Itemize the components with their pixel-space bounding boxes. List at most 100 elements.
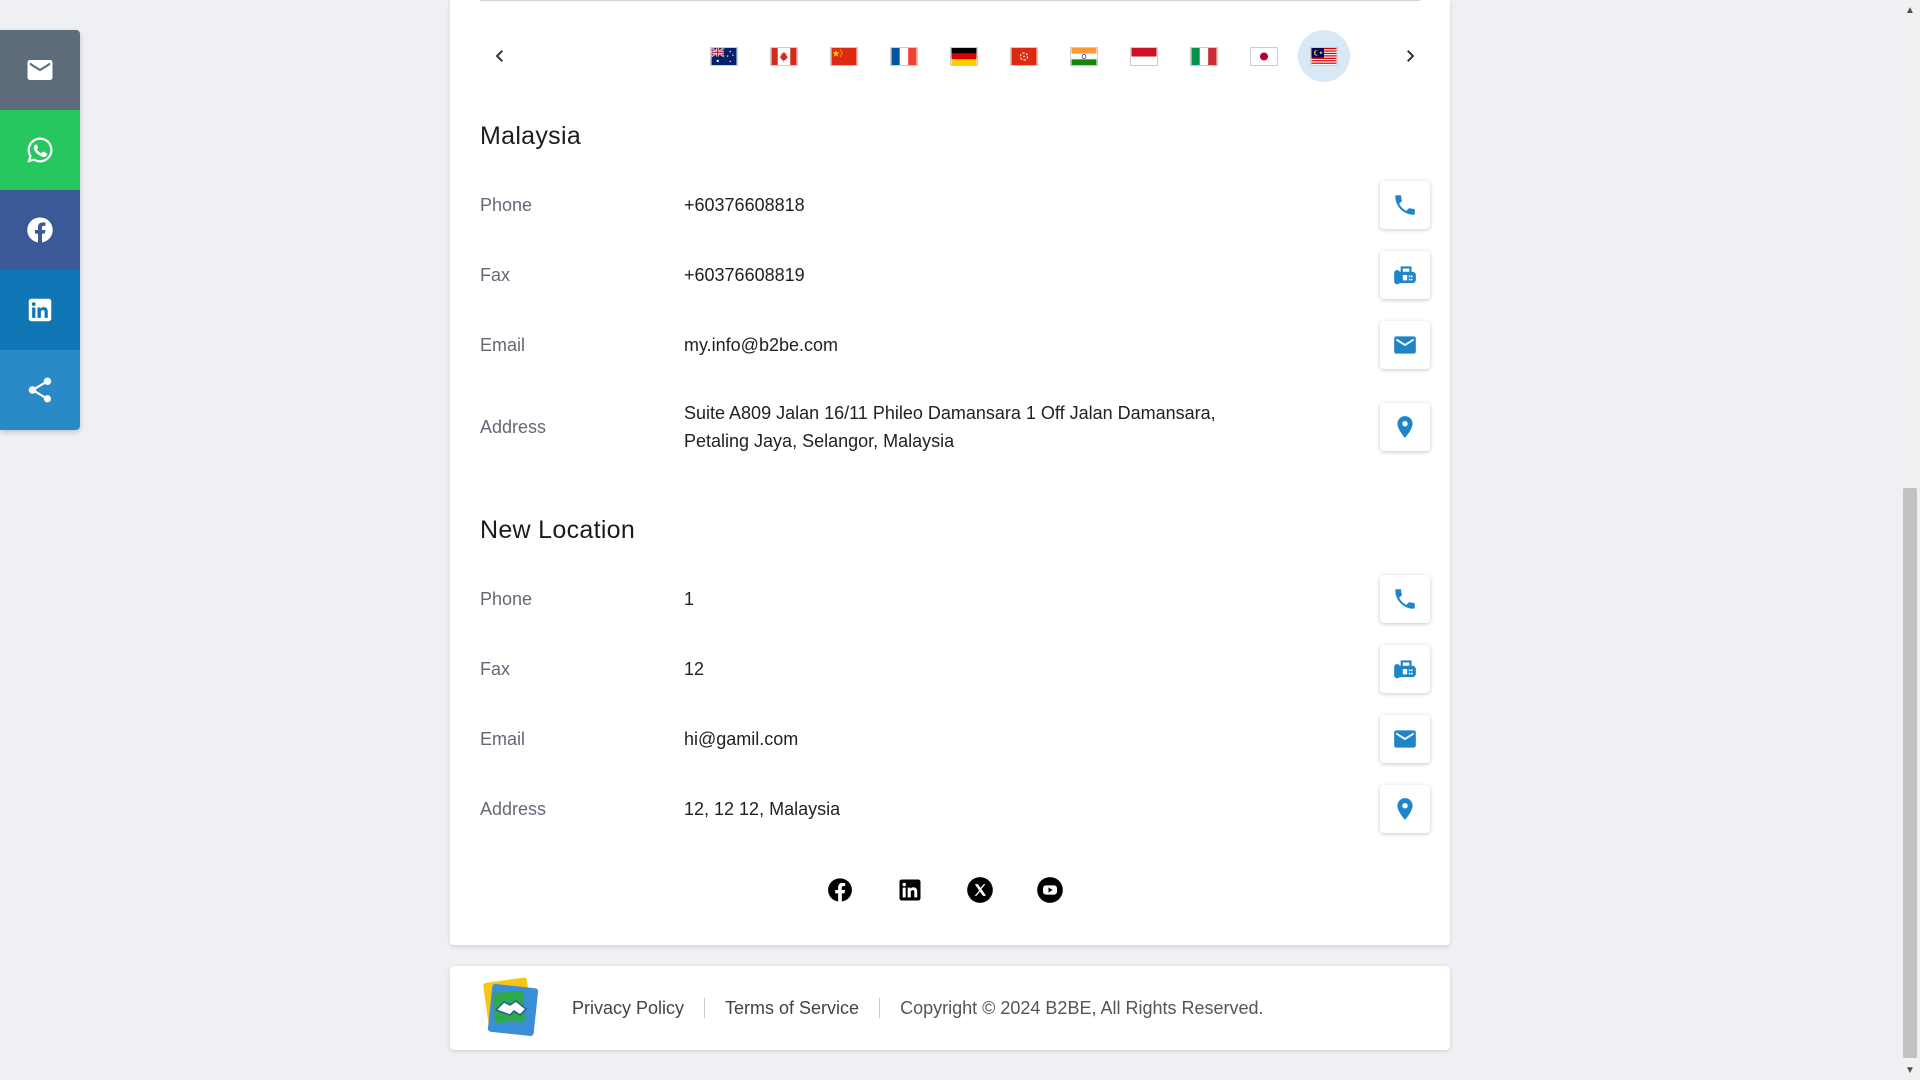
- fax-value: +60376608819: [684, 265, 805, 285]
- scroll-up-arrow-icon[interactable]: ▲: [1900, 2, 1920, 18]
- email-value: my.info@b2be.com: [684, 335, 839, 355]
- chevron-right-icon: [1407, 50, 1415, 62]
- mail-icon: [27, 60, 53, 80]
- flag-italy[interactable]: [1178, 30, 1230, 82]
- email-button[interactable]: [1380, 715, 1430, 763]
- facebook-link[interactable]: [825, 875, 855, 905]
- share-linkedin-button[interactable]: [0, 270, 80, 350]
- share-button[interactable]: [0, 350, 80, 430]
- flag-indonesia[interactable]: [1118, 30, 1170, 82]
- x-link[interactable]: [965, 875, 995, 905]
- phone-label: Phone: [480, 588, 533, 609]
- fax-icon: [1394, 266, 1416, 285]
- page-scrollbar[interactable]: ▲ ▼: [1900, 0, 1920, 1080]
- location-pin-icon: [1397, 416, 1413, 438]
- share-bar: [0, 30, 80, 430]
- mail-icon: [1394, 730, 1416, 748]
- flag-list: [520, 30, 1354, 82]
- flag-china[interactable]: [818, 30, 870, 82]
- flag-italy-icon: [1190, 46, 1218, 66]
- address-line-2: Petaling Jaya, Selangor, Malaysia: [684, 431, 955, 451]
- flag-canada[interactable]: [758, 30, 810, 82]
- prev-arrow-button[interactable]: [480, 36, 520, 76]
- chevron-left-icon: [495, 50, 503, 62]
- phone-value: +60376608818: [684, 195, 805, 215]
- flag-india[interactable]: [1058, 30, 1110, 82]
- fax-label: Fax: [480, 658, 511, 679]
- fax-value: 12: [684, 659, 705, 679]
- share-icon: [28, 377, 52, 403]
- map-button[interactable]: [1380, 403, 1430, 451]
- call-button[interactable]: [1380, 575, 1430, 623]
- linkedin-icon: [899, 879, 921, 901]
- fax-label: Fax: [480, 264, 511, 285]
- youtube-link[interactable]: [1035, 875, 1065, 905]
- footer: Privacy Policy Terms of Service Copyrigh…: [450, 966, 1450, 1050]
- address-value: 12, 12 12, Malaysia: [684, 799, 841, 819]
- flag-japan[interactable]: [1238, 30, 1290, 82]
- facebook-icon: [27, 217, 53, 243]
- flag-japan-icon: [1250, 46, 1278, 66]
- divider: [879, 998, 881, 1018]
- divider: [704, 998, 706, 1018]
- country-selector: [480, 28, 1430, 84]
- social-links: [450, 875, 1450, 905]
- next-arrow-button[interactable]: [1390, 36, 1430, 76]
- whatsapp-icon: [27, 137, 53, 163]
- address-row: Address Suite A809 Jalan 16/11 Phileo Da…: [480, 385, 1430, 469]
- flag-hongkong-icon: [1010, 46, 1038, 66]
- flag-australia[interactable]: [698, 30, 750, 82]
- email-row: Email hi@gamil.com: [480, 709, 1430, 769]
- mail-icon: [1394, 336, 1416, 354]
- phone-label: Phone: [480, 194, 533, 215]
- x-icon: [967, 877, 993, 903]
- flag-malaysia-icon: [1310, 46, 1338, 66]
- email-button[interactable]: [1380, 321, 1430, 369]
- fax-button[interactable]: [1380, 251, 1430, 299]
- linkedin-link[interactable]: [895, 875, 925, 905]
- location-new: New Location Phone 1 Fax 12 Email hi@gam…: [480, 516, 1430, 846]
- divider: [480, 0, 1420, 1]
- email-label: Email: [480, 728, 526, 749]
- address-line-1: Suite A809 Jalan 16/11 Phileo Damansara …: [684, 403, 1216, 423]
- share-email-button[interactable]: [0, 30, 80, 110]
- location-title: Malaysia: [480, 122, 582, 150]
- address-label: Address: [480, 416, 547, 437]
- flag-france[interactable]: [878, 30, 930, 82]
- flag-hongkong[interactable]: [998, 30, 1050, 82]
- flag-malaysia[interactable]: [1298, 30, 1350, 82]
- flag-australia-icon: [710, 46, 738, 66]
- flag-india-icon: [1070, 46, 1098, 66]
- location-pin-icon: [1397, 798, 1413, 820]
- email-value: hi@gamil.com: [684, 729, 799, 749]
- b2be-logo[interactable]: [480, 976, 544, 1040]
- flag-germany[interactable]: [938, 30, 990, 82]
- phone-icon: [1395, 589, 1415, 609]
- email-row: Email my.info@b2be.com: [480, 315, 1430, 375]
- fax-button[interactable]: [1380, 645, 1430, 693]
- call-button[interactable]: [1380, 181, 1430, 229]
- terms-of-service-link[interactable]: Terms of Service: [725, 998, 859, 1019]
- linkedin-icon: [28, 298, 52, 322]
- scroll-down-arrow-icon[interactable]: ▼: [1900, 1062, 1920, 1078]
- fax-row: Fax +60376608819: [480, 245, 1430, 305]
- flag-indonesia-icon: [1130, 46, 1158, 66]
- address-row: Address 12, 12 12, Malaysia: [480, 779, 1430, 839]
- flag-china-icon: [830, 46, 858, 66]
- phone-icon: [1395, 195, 1415, 215]
- youtube-icon: [1037, 877, 1063, 903]
- fax-row: Fax 12: [480, 639, 1430, 699]
- share-facebook-button[interactable]: [0, 190, 80, 270]
- phone-row: Phone +60376608818: [480, 175, 1430, 235]
- contact-card: Malaysia Phone +60376608818 Fax +6037660…: [450, 0, 1450, 945]
- address-value: Suite A809 Jalan 16/11 Phileo Damansara …: [684, 399, 1430, 455]
- privacy-policy-link[interactable]: Privacy Policy: [572, 998, 684, 1019]
- flag-france-icon: [890, 46, 918, 66]
- location-title: New Location: [480, 516, 636, 544]
- scroll-thumb[interactable]: [1903, 488, 1917, 1058]
- flag-germany-icon: [950, 46, 978, 66]
- copyright-text: Copyright © 2024 B2BE, All Rights Reserv…: [900, 997, 1264, 1018]
- map-button[interactable]: [1380, 785, 1430, 833]
- share-whatsapp-button[interactable]: [0, 110, 80, 190]
- facebook-icon: [828, 878, 852, 902]
